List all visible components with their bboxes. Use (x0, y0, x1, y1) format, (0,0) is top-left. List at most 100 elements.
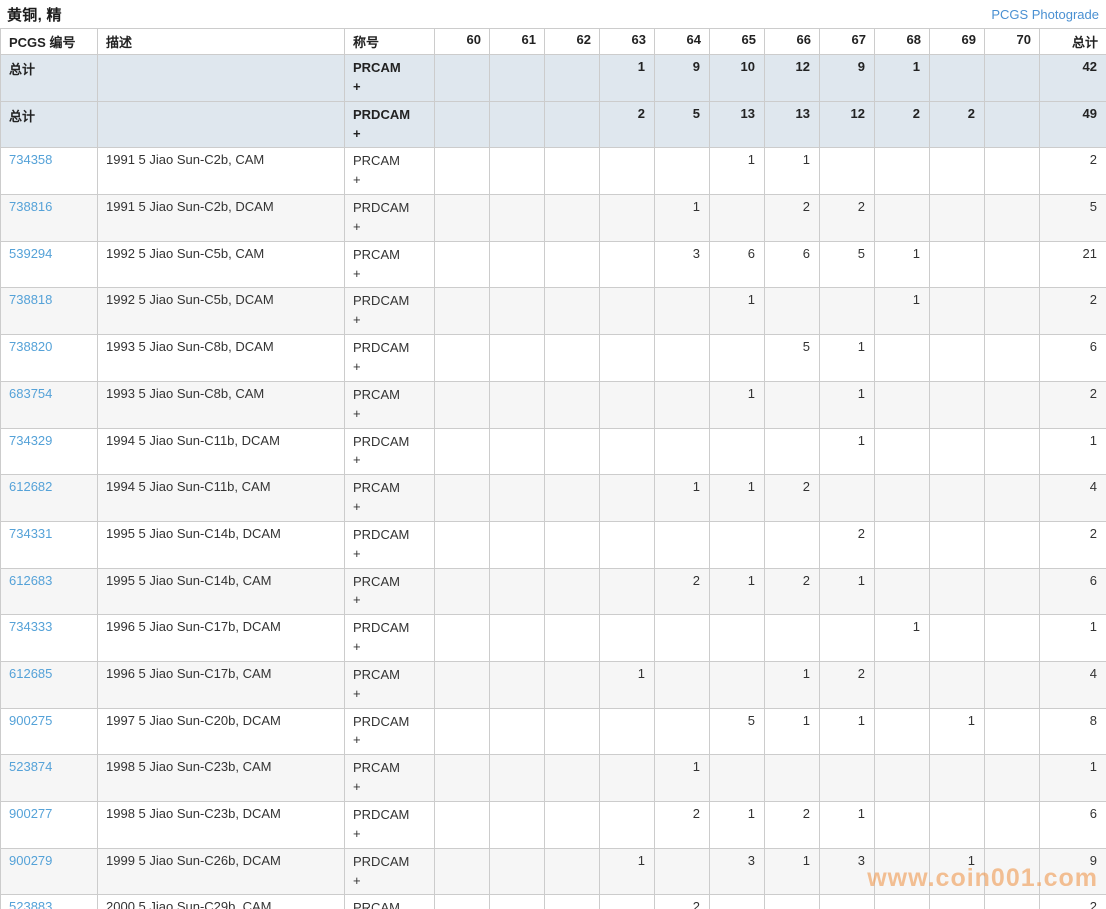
grade-69-cell: 1 (929, 847, 985, 896)
pcgs-photograde-link[interactable]: PCGS Photograde (991, 7, 1099, 22)
grade-67-cell: 2 (819, 660, 875, 709)
grade-61-cell (489, 707, 545, 756)
grade-64-cell (654, 614, 710, 662)
designation-cell: PRDCAM + (344, 287, 435, 336)
grade-67-cell: 1 (819, 334, 875, 382)
grade-67-cell: 5 (819, 240, 875, 289)
grade-64-cell: 1 (654, 754, 710, 802)
grade-64-cell: 1 (654, 194, 710, 242)
grade-61-cell (489, 100, 545, 149)
pcgs-number-link[interactable]: 900279 (9, 853, 52, 868)
grade-66-cell: 2 (764, 194, 820, 242)
col-header-64: 64 (654, 28, 710, 55)
pcgs-number-link[interactable]: 734358 (9, 152, 52, 167)
grade-68-cell (874, 147, 930, 196)
grade-70-cell (984, 380, 1040, 429)
grade-67-cell: 2 (819, 520, 875, 569)
total-cell: 8 (1039, 707, 1106, 756)
grade-62-cell (544, 801, 600, 849)
pcgs-number-cell: 738816 (0, 194, 98, 242)
table-row: 523874 1998 5 Jiao Sun-C23b, CAM PRCAM + 1 1 (0, 754, 1106, 802)
grade-61-cell (489, 520, 545, 569)
grade-68-cell: 1 (874, 614, 930, 662)
table-header-row: PCGS 编号 描述 称号 60 61 62 63 64 65 66 67 68 69 70 总计 (0, 28, 1106, 55)
grade-64-cell: 2 (654, 567, 710, 616)
grade-62-cell (544, 894, 600, 909)
grade-63-cell (599, 520, 655, 569)
pcgs-number-link[interactable]: 612682 (9, 479, 52, 494)
description-cell: 1995 5 Jiao Sun-C14b, DCAM (97, 520, 345, 569)
table-row: 738818 1992 5 Jiao Sun-C5b, DCAM PRDCAM + 1… (0, 287, 1106, 336)
grade-62-cell (544, 614, 600, 662)
pcgs-number-cell: 734333 (0, 614, 98, 662)
grade-66-cell: 1 (764, 847, 820, 896)
grade-61-cell (489, 427, 545, 476)
grade-68-cell (874, 334, 930, 382)
grade-60-cell (434, 194, 490, 242)
grade-63-cell (599, 894, 655, 909)
description-cell: 1994 5 Jiao Sun-C11b, CAM (97, 474, 345, 522)
grade-66-cell: 6 (764, 240, 820, 289)
grade-62-cell (544, 754, 600, 802)
grade-63-cell (599, 147, 655, 196)
grade-70-cell (984, 614, 1040, 662)
grade-69-cell (929, 894, 985, 909)
grade-69-cell (929, 754, 985, 802)
pcgs-number-cell: 734331 (0, 520, 98, 569)
grade-60-cell (434, 614, 490, 662)
grade-65-cell (709, 660, 765, 709)
grade-68-cell: 1 (874, 240, 930, 289)
pcgs-number-link[interactable]: 738818 (9, 292, 52, 307)
designation-cell: PRCAM + (344, 54, 435, 102)
pcgs-number-link[interactable]: 900275 (9, 713, 52, 728)
grade-60-cell (434, 380, 490, 429)
total-cell: 21 (1039, 240, 1106, 289)
description-cell (97, 100, 345, 149)
grade-70-cell (984, 567, 1040, 616)
table-row: 612685 1996 5 Jiao Sun-C17b, CAM PRCAM + 1 1… (0, 660, 1106, 709)
grade-63-cell (599, 194, 655, 242)
pcgs-number-link[interactable]: 683754 (9, 386, 52, 401)
grade-66-cell: 1 (764, 707, 820, 756)
col-header-total: 总计 (1039, 28, 1106, 55)
grade-65-cell: 1 (709, 147, 765, 196)
grade-67-cell: 1 (819, 707, 875, 756)
grade-66-cell (764, 427, 820, 476)
grade-65-cell: 1 (709, 567, 765, 616)
grade-68-cell (874, 427, 930, 476)
grade-69-cell (929, 660, 985, 709)
description-cell: 1997 5 Jiao Sun-C20b, DCAM (97, 707, 345, 756)
pcgs-number-link[interactable]: 612685 (9, 666, 52, 681)
grade-70-cell (984, 334, 1040, 382)
grade-70-cell (984, 847, 1040, 896)
table-row: 900277 1998 5 Jiao Sun-C23b, DCAM PRDCAM +… (0, 801, 1106, 849)
grade-60-cell (434, 334, 490, 382)
grade-65-cell: 3 (709, 847, 765, 896)
grade-63-cell: 1 (599, 54, 655, 102)
designation-cell: PRDCAM + (344, 707, 435, 756)
pcgs-number-link[interactable]: 734333 (9, 619, 52, 634)
pcgs-number-link[interactable]: 523883 (9, 899, 52, 909)
pcgs-number-link[interactable]: 734331 (9, 526, 52, 541)
pcgs-number-link[interactable]: 734329 (9, 433, 52, 448)
grade-69-cell (929, 194, 985, 242)
designation-cell: PRCAM + (344, 660, 435, 709)
col-header-designation: 称号 (344, 28, 435, 55)
col-header-70: 70 (984, 28, 1040, 55)
designation-cell: PRCAM + (344, 754, 435, 802)
grade-66-cell: 2 (764, 567, 820, 616)
grade-65-cell: 13 (709, 100, 765, 149)
pcgs-number-link[interactable]: 900277 (9, 806, 52, 821)
grade-60-cell (434, 707, 490, 756)
pcgs-number-link[interactable]: 738816 (9, 199, 52, 214)
grade-70-cell (984, 194, 1040, 242)
grade-62-cell (544, 847, 600, 896)
pcgs-number-link[interactable]: 612683 (9, 573, 52, 588)
pcgs-number-link[interactable]: 539294 (9, 246, 52, 261)
grade-66-cell: 1 (764, 660, 820, 709)
pcgs-number-link[interactable]: 738820 (9, 339, 52, 354)
grade-69-cell (929, 334, 985, 382)
grade-61-cell (489, 567, 545, 616)
grade-61-cell (489, 287, 545, 336)
pcgs-number-link[interactable]: 523874 (9, 759, 52, 774)
